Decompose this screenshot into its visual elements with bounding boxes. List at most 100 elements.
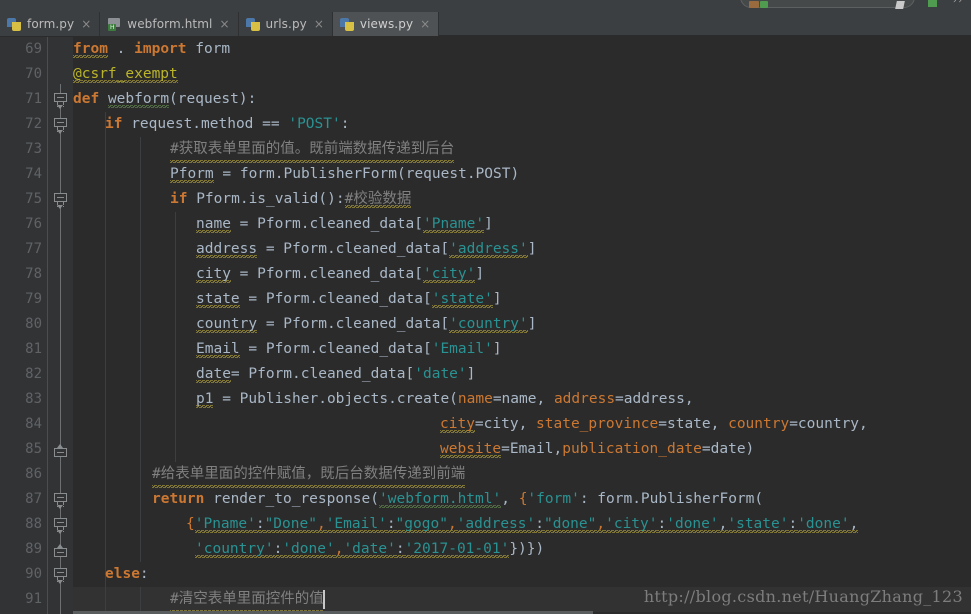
line-content: name = Pform.cleaned_data['Pname'] xyxy=(196,212,493,237)
token-string: 'Email' xyxy=(431,341,493,357)
line-content: {'Pname':"Done",'Email':"gogo",'address'… xyxy=(186,512,859,537)
code-line[interactable]: 72 if request.method == 'POST': xyxy=(0,112,971,137)
code-line[interactable]: 77 address = Pform.cleaned_data['address… xyxy=(0,237,971,262)
code-line[interactable]: 81 Email = Pform.cleaned_data['Email'] xyxy=(0,337,971,362)
run-icon[interactable] xyxy=(928,0,937,7)
toolbar-extra-icon[interactable]: ›› xyxy=(952,0,966,6)
code-line[interactable]: 80 country = Pform.cleaned_data['country… xyxy=(0,312,971,337)
line-content: 'country':'done','date':'2017-01-01'})}) xyxy=(195,537,544,562)
code-line[interactable]: 83 p1 = Publisher.objects.create(name=na… xyxy=(0,387,971,412)
tab-views-py[interactable]: views.py × xyxy=(332,12,440,36)
token-kwarg: address xyxy=(553,391,616,407)
code-line[interactable]: 82 date= Pform.cleaned_data['date'] xyxy=(0,362,971,387)
close-icon[interactable]: × xyxy=(420,18,430,30)
line-number: 87 xyxy=(25,491,42,507)
line-content: website=Email,publication_date=date) xyxy=(440,437,754,462)
code-line[interactable]: 89 'country':'done','date':'2017-01-01'}… xyxy=(0,537,971,562)
token-keyword: def xyxy=(73,91,100,107)
token-plain: , xyxy=(316,516,326,533)
search-field[interactable] xyxy=(740,0,915,9)
search-icon-c xyxy=(895,1,905,9)
token-plain: = Pform.cleaned_data[ xyxy=(230,266,423,282)
line-content: @csrf_exempt xyxy=(73,62,178,87)
token-kwarg: country xyxy=(728,416,790,432)
code-line[interactable]: 71 def webform(request): xyxy=(0,87,971,112)
token-plain: : xyxy=(788,516,798,533)
code-line[interactable]: 69 from . import form xyxy=(0,37,971,62)
line-number: 69 xyxy=(25,41,42,57)
code-line[interactable]: 78 city = Pform.cleaned_data['city'] xyxy=(0,262,971,287)
code-line[interactable]: 86 #给表单里面的控件赋值，既后台数据传递到前端 xyxy=(0,462,971,488)
tab-form-py[interactable]: form.py × xyxy=(0,12,101,36)
close-icon[interactable]: × xyxy=(219,18,229,30)
line-number: 77 xyxy=(25,241,42,257)
token-plain: = Pform.cleaned_data[ xyxy=(230,366,415,382)
toolbar-strip: ›› xyxy=(0,0,971,12)
code-line[interactable]: 87 return render_to_response('webform.ht… xyxy=(0,487,971,512)
line-content: from . import form xyxy=(73,37,230,62)
line-number: 85 xyxy=(25,441,42,457)
code-editor[interactable]: 69 from . import form 70 @csrf_exempt 71… xyxy=(0,37,971,614)
token-string: 'country' xyxy=(449,316,528,333)
token-plain: : xyxy=(386,516,396,533)
token-string: 'address' xyxy=(449,241,528,258)
token-plain: : xyxy=(273,541,283,558)
close-icon[interactable]: × xyxy=(314,18,324,30)
line-content: city=city, state_province=state, country… xyxy=(440,412,868,437)
code-line[interactable]: 76 name = Pform.cleaned_data['Pname'] xyxy=(0,212,971,237)
tab-label: webform.html xyxy=(127,17,213,31)
token-string: 'done' xyxy=(282,541,335,558)
python-file-icon xyxy=(245,17,261,32)
tab-label: urls.py xyxy=(265,17,307,31)
token-string: 'date' xyxy=(343,541,396,558)
code-line[interactable]: 79 state = Pform.cleaned_data['state'] xyxy=(0,287,971,312)
token-plain: . xyxy=(107,41,135,57)
token-variable: Pform xyxy=(170,166,214,183)
code-line[interactable]: 74 Pform = form.PublisherForm(request.PO… xyxy=(0,162,971,187)
editor-tab-bar: form.py × webform.html × urls.py × views… xyxy=(0,12,971,36)
code-lines: 69 from . import form 70 @csrf_exempt 71… xyxy=(0,37,971,613)
token-plain: ] xyxy=(492,291,502,307)
python-file-icon xyxy=(339,17,355,32)
tab-label: form.py xyxy=(27,17,75,31)
code-line[interactable]: 88 {'Pname':"Done",'Email':"gogo",'addre… xyxy=(0,512,971,537)
code-line[interactable]: 73 #获取表单里面的值。既前端数据传递到后台 xyxy=(0,137,971,163)
line-number: 83 xyxy=(25,391,42,407)
line-number: 76 xyxy=(25,216,42,232)
code-line[interactable]: 75 if Pform.is_valid():#校验数据 xyxy=(0,187,971,212)
code-line[interactable]: 70 @csrf_exempt xyxy=(0,62,971,87)
token-plain: =Email, xyxy=(501,441,563,457)
token-plain: : xyxy=(395,541,405,558)
watermark-text: http://blog.csdn.net/HuangZhang_123 xyxy=(643,587,963,606)
line-content: country = Pform.cleaned_data['country'] xyxy=(196,312,536,337)
line-content: return render_to_response('webform.html'… xyxy=(152,487,763,512)
line-number: 84 xyxy=(25,416,42,432)
token-plain: request.method == xyxy=(122,116,289,132)
tab-webform-html[interactable]: webform.html × xyxy=(100,12,239,36)
line-content: def webform(request): xyxy=(73,87,256,112)
token-plain: =country, xyxy=(789,416,868,432)
token-keyword: else xyxy=(105,566,140,582)
token-kwarg: state_province xyxy=(536,416,659,432)
code-line[interactable]: 90 else: xyxy=(0,562,971,587)
token-string: 'Email' xyxy=(325,516,387,533)
code-line[interactable]: 84 city=city, state_province=state, coun… xyxy=(0,412,971,437)
line-content: Email = Pform.cleaned_data['Email'] xyxy=(196,337,502,362)
token-variable: city xyxy=(196,266,231,283)
tab-urls-py[interactable]: urls.py × xyxy=(238,12,333,36)
tab-label: views.py xyxy=(359,17,414,31)
html-file-icon xyxy=(107,17,122,32)
token-string: 'city' xyxy=(605,516,658,533)
token-plain: = form.PublisherForm(request.POST) xyxy=(213,166,520,182)
code-line[interactable]: 85 website=Email,publication_date=date) xyxy=(0,437,971,462)
close-icon[interactable]: × xyxy=(81,18,91,30)
token-plain: })}) xyxy=(509,541,545,557)
token-string: 'Pname' xyxy=(422,216,485,233)
line-number: 80 xyxy=(25,316,42,332)
token-plain: =date) xyxy=(701,441,755,457)
token-plain: ] xyxy=(527,316,537,332)
token-plain: : form.PublisherForm( xyxy=(579,491,764,507)
token-variable: name xyxy=(196,216,231,233)
token-plain: =city, xyxy=(474,416,537,432)
token-string: 'state' xyxy=(727,516,789,533)
